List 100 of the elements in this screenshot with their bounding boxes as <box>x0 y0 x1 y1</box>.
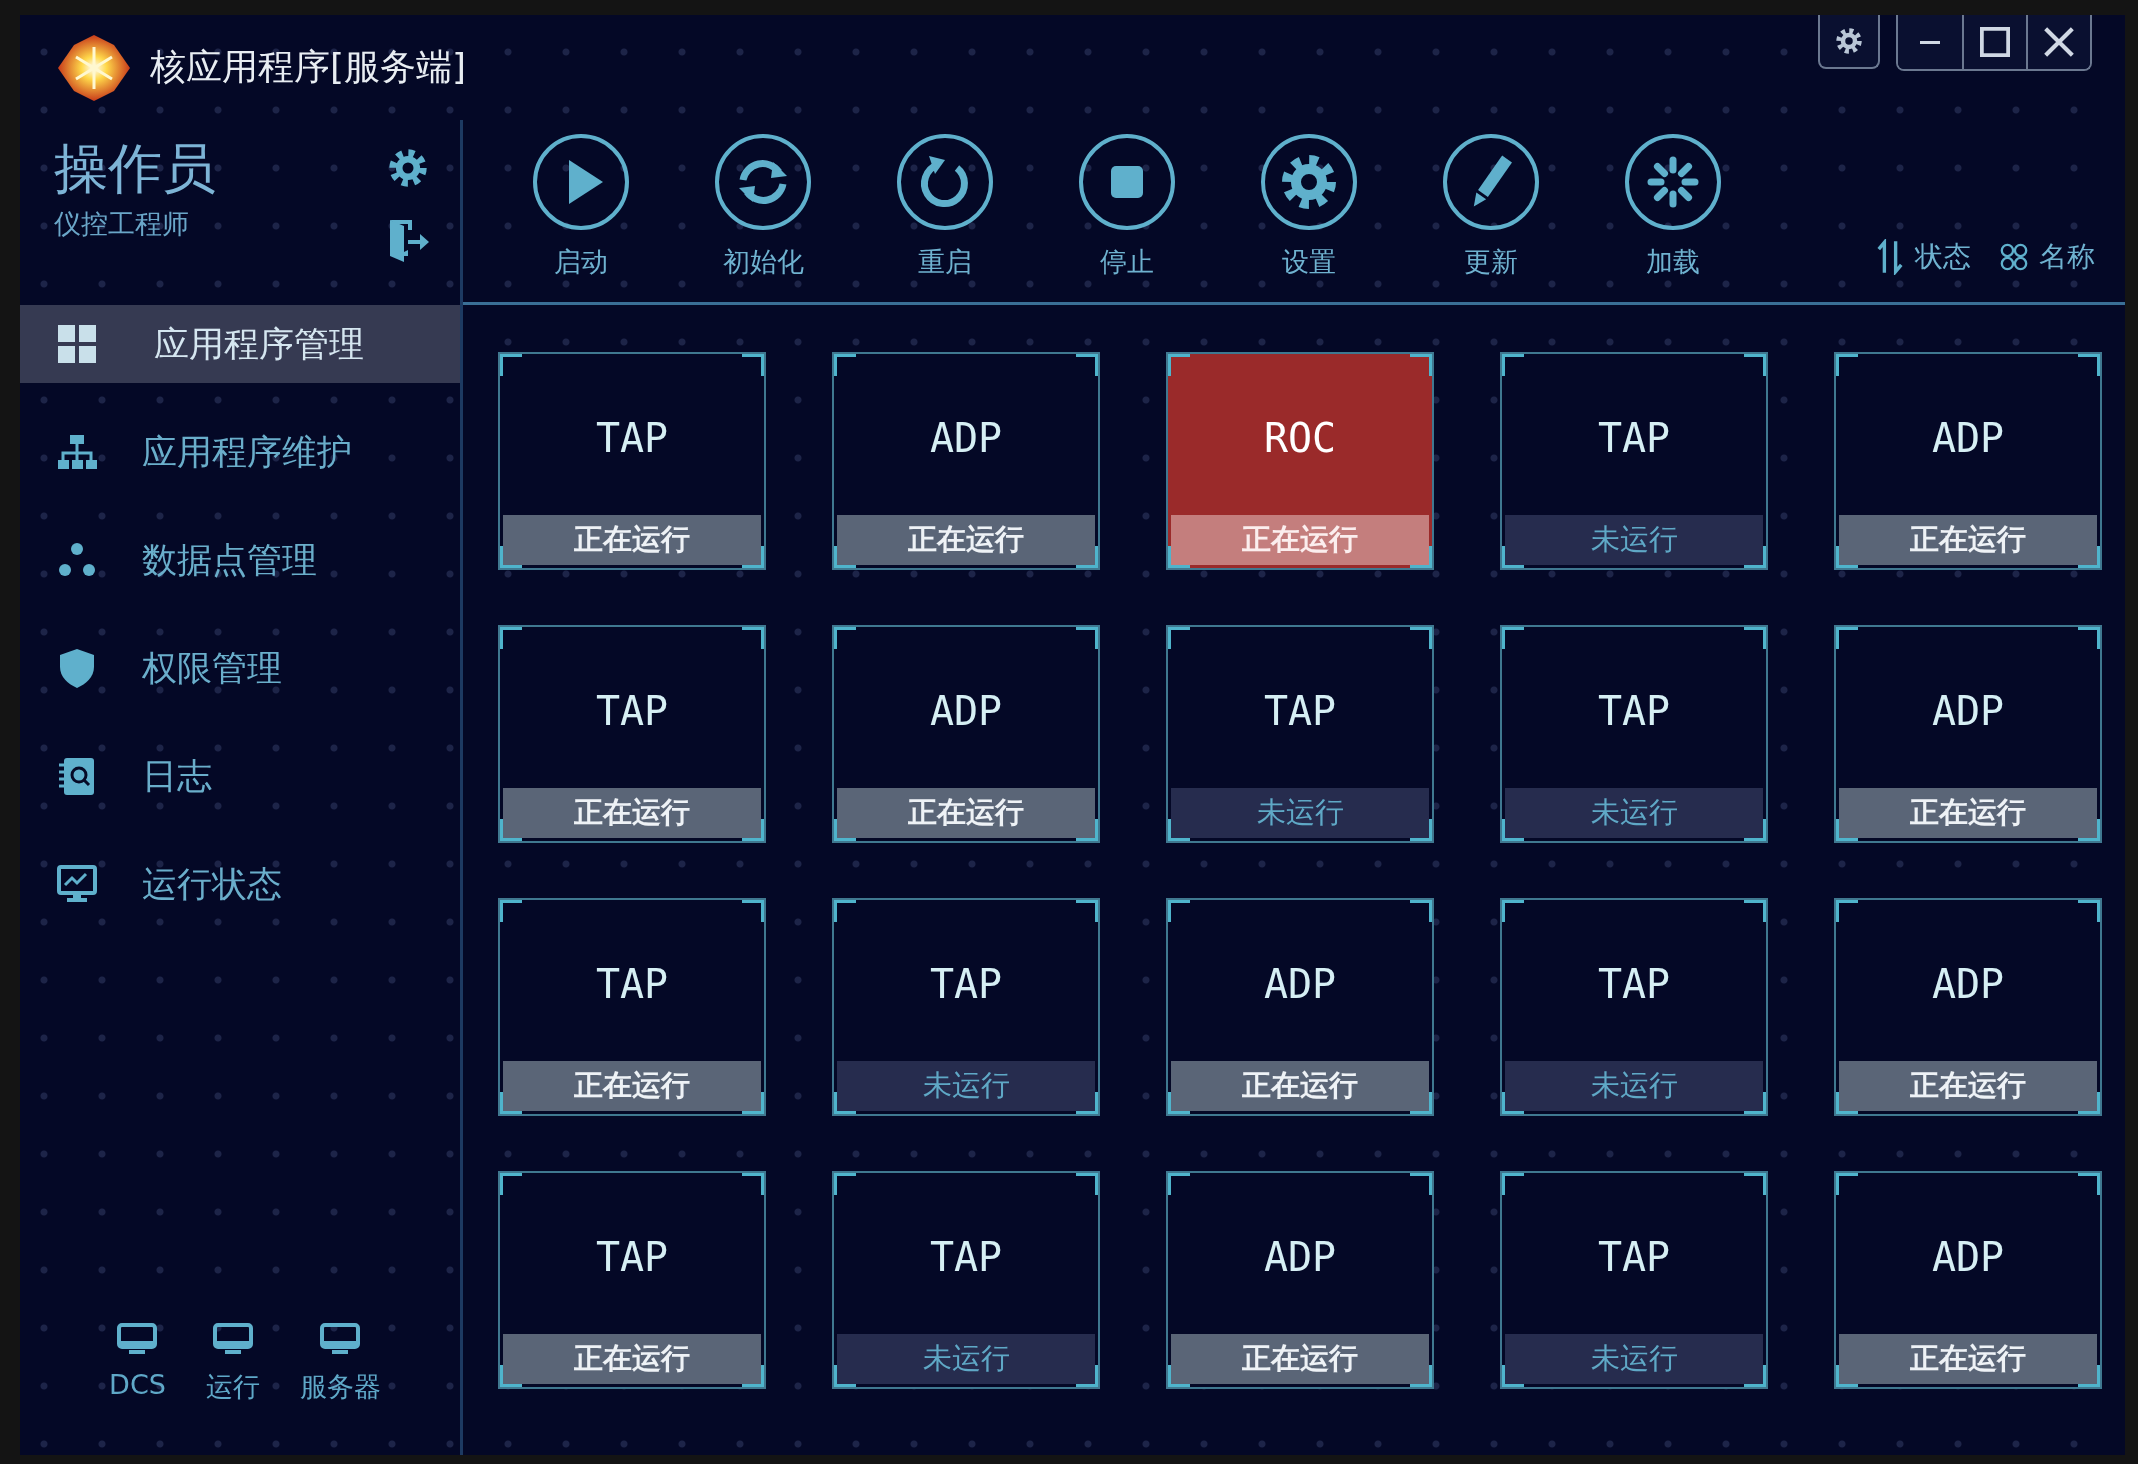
toolbar-button[interactable]: 重启 <box>895 132 995 280</box>
close-button[interactable] <box>2026 15 2090 69</box>
app-name: ADP <box>1930 413 2006 463</box>
status-label: 正在运行 <box>837 788 1095 838</box>
app-card[interactable]: TAP 未运行 <box>1500 898 1768 1116</box>
status-label: 未运行 <box>1171 788 1429 838</box>
status-label: 未运行 <box>1505 788 1763 838</box>
node-button[interactable]: 服务器 <box>299 1323 381 1405</box>
app-name: TAP <box>1596 1232 1672 1282</box>
gear-icon <box>386 146 430 190</box>
nav-item[interactable]: 数据点管理 <box>20 521 460 599</box>
status-label: 未运行 <box>837 1334 1095 1384</box>
app-name: ADP <box>928 686 1004 736</box>
app-card[interactable]: ADP 正在运行 <box>1834 625 2102 843</box>
app-name: ADP <box>1930 959 2006 1009</box>
app-card[interactable]: TAP 未运行 <box>832 898 1100 1116</box>
app-card[interactable]: TAP 正在运行 <box>498 1171 766 1389</box>
maximize-icon <box>1980 27 2010 57</box>
sort-button[interactable]: 名称 <box>1999 238 2095 276</box>
app-name: TAP <box>928 1232 1004 1282</box>
app-card[interactable]: ADP 正在运行 <box>1834 1171 2102 1389</box>
nav-item[interactable]: 日志 <box>20 737 460 815</box>
toolbar-button[interactable]: 启动 <box>531 132 631 280</box>
app-card[interactable]: ADP 正在运行 <box>832 352 1100 570</box>
status-label: 正在运行 <box>1839 1061 2097 1111</box>
status-label: 未运行 <box>837 1061 1095 1111</box>
status-label: 正在运行 <box>1839 1334 2097 1384</box>
toolbar-button[interactable]: 停止 <box>1077 132 1177 280</box>
app-card[interactable]: TAP 正在运行 <box>498 352 766 570</box>
nav-item[interactable]: 应用程序管理 <box>20 305 460 383</box>
settings-button[interactable] <box>1818 15 1880 69</box>
node-button[interactable]: DCS <box>109 1323 166 1405</box>
status-label: 正在运行 <box>503 1334 761 1384</box>
app-name: ADP <box>1262 959 1338 1009</box>
gear-icon <box>1259 132 1359 232</box>
app-name: TAP <box>1262 686 1338 736</box>
toolbar-button[interactable]: 初始化 <box>713 132 813 280</box>
close-icon <box>2044 27 2074 57</box>
app-card[interactable]: ADP 正在运行 <box>1166 1171 1434 1389</box>
monitor-chart-icon <box>56 863 98 905</box>
app-name: ROC <box>1262 413 1338 463</box>
nav-item[interactable]: 权限管理 <box>20 629 460 707</box>
app-name: TAP <box>594 1232 670 1282</box>
pencil-icon <box>1441 132 1541 232</box>
app-name: TAP <box>1596 413 1672 463</box>
status-label: 正在运行 <box>503 788 761 838</box>
loading-icon <box>1623 132 1723 232</box>
status-label: 未运行 <box>1505 1061 1763 1111</box>
status-label: 未运行 <box>1505 1334 1763 1384</box>
grid-icon <box>56 323 98 365</box>
app-name: TAP <box>594 959 670 1009</box>
maximize-button[interactable] <box>1962 15 2026 69</box>
sort-button[interactable]: 状态 <box>1875 238 1971 276</box>
app-card[interactable]: TAP 未运行 <box>1166 625 1434 843</box>
play-icon <box>531 132 631 232</box>
app-name: ADP <box>1930 686 2006 736</box>
status-label: 未运行 <box>1505 515 1763 565</box>
app-card[interactable]: TAP 未运行 <box>1500 352 1768 570</box>
window-title: 核应用程序[服务端] <box>150 45 467 89</box>
toolbar-button[interactable]: 更新 <box>1441 132 1541 280</box>
user-name: 操作员 <box>54 138 216 201</box>
status-label: 正在运行 <box>1171 1061 1429 1111</box>
app-name: TAP <box>1596 959 1672 1009</box>
restart-icon <box>895 132 995 232</box>
user-role: 仪控工程师 <box>54 207 190 242</box>
status-label: 正在运行 <box>1839 788 2097 838</box>
monitor-icon <box>319 1323 362 1357</box>
app-name: TAP <box>1596 686 1672 736</box>
app-name: ADP <box>1262 1232 1338 1282</box>
app-card[interactable]: TAP 未运行 <box>832 1171 1100 1389</box>
app-name: TAP <box>594 413 670 463</box>
status-label: 正在运行 <box>837 515 1095 565</box>
app-card[interactable]: ADP 正在运行 <box>1166 898 1434 1116</box>
app-card[interactable]: TAP 未运行 <box>1500 1171 1768 1389</box>
app-card[interactable]: TAP 正在运行 <box>498 898 766 1116</box>
status-label: 正在运行 <box>1171 1334 1429 1384</box>
gear-icon <box>1834 26 1864 56</box>
app-name: ADP <box>928 413 1004 463</box>
nav-item[interactable]: 应用程序维护 <box>20 413 460 491</box>
app-card[interactable]: TAP 未运行 <box>1500 625 1768 843</box>
toolbar-button[interactable]: 加载 <box>1623 132 1723 280</box>
app-card[interactable]: ADP 正在运行 <box>1834 352 2102 570</box>
app-name: TAP <box>594 686 670 736</box>
stop-icon <box>1077 132 1177 232</box>
app-card[interactable]: ROC 正在运行 <box>1166 352 1434 570</box>
status-label: 正在运行 <box>503 515 761 565</box>
app-card[interactable]: ADP 正在运行 <box>832 625 1100 843</box>
app-name: TAP <box>928 959 1004 1009</box>
nav-item[interactable]: 运行状态 <box>20 845 460 923</box>
monitor-icon <box>211 1323 254 1357</box>
status-label: 正在运行 <box>1171 515 1429 565</box>
sort-icon <box>1875 239 1905 275</box>
app-name: ADP <box>1930 1232 2006 1282</box>
minimize-icon <box>1920 40 1940 44</box>
node-button[interactable]: 运行 <box>205 1323 260 1405</box>
toolbar-button[interactable]: 设置 <box>1259 132 1359 280</box>
status-label: 正在运行 <box>503 1061 761 1111</box>
app-card[interactable]: ADP 正在运行 <box>1834 898 2102 1116</box>
app-card[interactable]: TAP 正在运行 <box>498 625 766 843</box>
monitor-icon <box>116 1323 159 1357</box>
